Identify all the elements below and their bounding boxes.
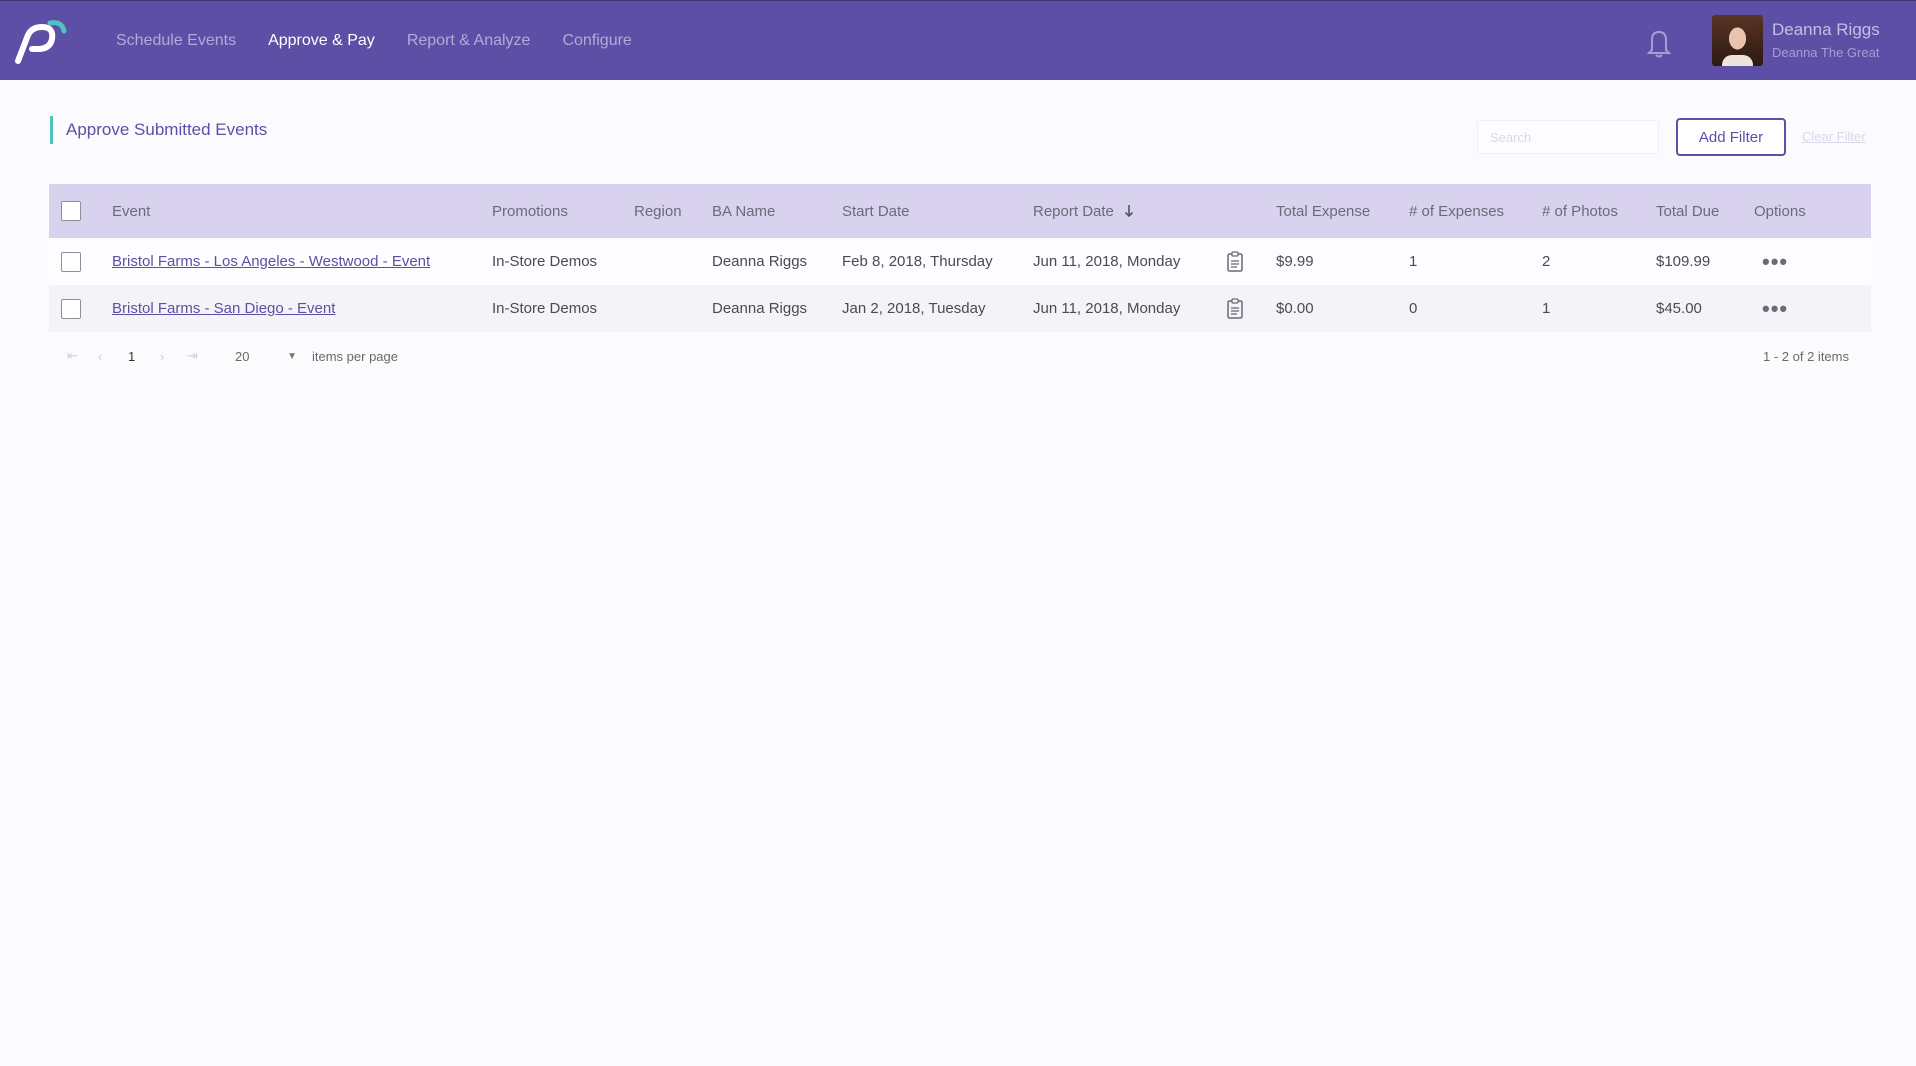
cell-ba-name: Deanna Riggs xyxy=(712,300,808,317)
search-input[interactable] xyxy=(1477,120,1659,154)
last-page-button[interactable]: ⇥ xyxy=(187,345,198,367)
row-options-menu-icon[interactable]: ••• xyxy=(1762,296,1788,322)
table-header: Event Promotions Region BA Name Start Da… xyxy=(49,184,1871,238)
cell-report-date: Jun 11, 2018, Monday xyxy=(1033,300,1181,317)
next-page-button[interactable]: › xyxy=(160,345,164,367)
clear-filter-link[interactable]: Clear Filter xyxy=(1802,129,1866,144)
report-clipboard-icon[interactable] xyxy=(1226,250,1244,273)
table-row: Bristol Farms - Los Angeles - Westwood -… xyxy=(49,238,1871,285)
app-logo-icon[interactable] xyxy=(12,17,68,65)
first-page-button[interactable]: ⇤ xyxy=(67,345,78,367)
nav-configure[interactable]: Configure xyxy=(562,32,631,50)
nav-schedule-events[interactable]: Schedule Events xyxy=(116,32,236,50)
chevron-down-icon: ▼ xyxy=(287,350,297,362)
user-subtitle: Deanna The Great xyxy=(1772,45,1880,60)
items-per-page-value: 20 xyxy=(235,348,250,364)
user-name[interactable]: Deanna Riggs xyxy=(1772,20,1880,40)
header-promotions[interactable]: Promotions xyxy=(492,184,568,238)
cell-num-photos: 1 xyxy=(1542,300,1551,317)
header-report-date[interactable]: Report Date xyxy=(1033,203,1114,220)
bell-icon[interactable] xyxy=(1644,26,1674,58)
cell-total-expense: $9.99 xyxy=(1276,253,1314,270)
table-row: Bristol Farms - San Diego - Event In-Sto… xyxy=(49,285,1871,332)
cell-report-date: Jun 11, 2018, Monday xyxy=(1033,253,1181,270)
header-total-expense[interactable]: Total Expense xyxy=(1276,184,1370,238)
page-number-current[interactable]: 1 xyxy=(128,345,135,367)
events-table: Event Promotions Region BA Name Start Da… xyxy=(49,184,1871,332)
header-start-date[interactable]: Start Date xyxy=(842,184,910,238)
header-region[interactable]: Region xyxy=(634,184,682,238)
cell-promotions: In-Store Demos xyxy=(492,300,598,317)
avatar[interactable] xyxy=(1712,15,1763,66)
nav-approve-pay[interactable]: Approve & Pay xyxy=(268,32,375,50)
prev-page-button[interactable]: ‹ xyxy=(98,345,102,367)
cell-num-expenses: 1 xyxy=(1409,253,1418,270)
header-total-due[interactable]: Total Due xyxy=(1656,184,1719,238)
event-link[interactable]: Bristol Farms - Los Angeles - Westwood -… xyxy=(112,253,430,270)
cell-start-date: Feb 8, 2018, Thursday xyxy=(842,253,993,270)
cell-ba-name: Deanna Riggs xyxy=(712,253,808,270)
header-event[interactable]: Event xyxy=(112,184,150,238)
report-clipboard-icon[interactable] xyxy=(1226,297,1244,320)
main-nav: Schedule Events Approve & Pay Report & A… xyxy=(116,1,664,81)
header-ba-name[interactable]: BA Name xyxy=(712,184,775,238)
sort-down-icon[interactable] xyxy=(1124,204,1134,218)
add-filter-button[interactable]: Add Filter xyxy=(1676,118,1786,156)
title-accent-bar xyxy=(50,116,53,144)
cell-total-due: $109.99 xyxy=(1656,253,1711,270)
page-title: Approve Submitted Events xyxy=(66,120,268,139)
pager: ⇤ ‹ 1 › ⇥ 20 ▼ items per page 1 - 2 of 2… xyxy=(49,345,1871,367)
event-link[interactable]: Bristol Farms - San Diego - Event xyxy=(112,300,335,317)
items-per-page-select[interactable]: 20 ▼ xyxy=(235,345,297,367)
nav-report-analyze[interactable]: Report & Analyze xyxy=(407,32,531,50)
cell-start-date: Jan 2, 2018, Tuesday xyxy=(842,300,986,317)
cell-promotions: In-Store Demos xyxy=(492,253,598,270)
select-all-checkbox[interactable] xyxy=(61,201,81,221)
cell-total-expense: $0.00 xyxy=(1276,300,1314,317)
header-num-expenses[interactable]: # of Expenses xyxy=(1409,184,1504,238)
top-bar: Schedule Events Approve & Pay Report & A… xyxy=(0,0,1916,80)
cell-total-due: $45.00 xyxy=(1656,300,1702,317)
row-checkbox[interactable] xyxy=(61,298,81,319)
row-checkbox[interactable] xyxy=(61,251,81,272)
row-options-menu-icon[interactable]: ••• xyxy=(1762,249,1788,275)
header-options: Options xyxy=(1754,202,1806,220)
cell-num-expenses: 0 xyxy=(1409,300,1418,317)
header-num-photos[interactable]: # of Photos xyxy=(1542,184,1618,238)
cell-num-photos: 2 xyxy=(1542,253,1551,270)
pager-info: 1 - 2 of 2 items xyxy=(1763,348,1849,364)
header-report-date-wrap[interactable]: Report Date xyxy=(1033,184,1134,238)
items-per-page-label: items per page xyxy=(312,348,398,364)
